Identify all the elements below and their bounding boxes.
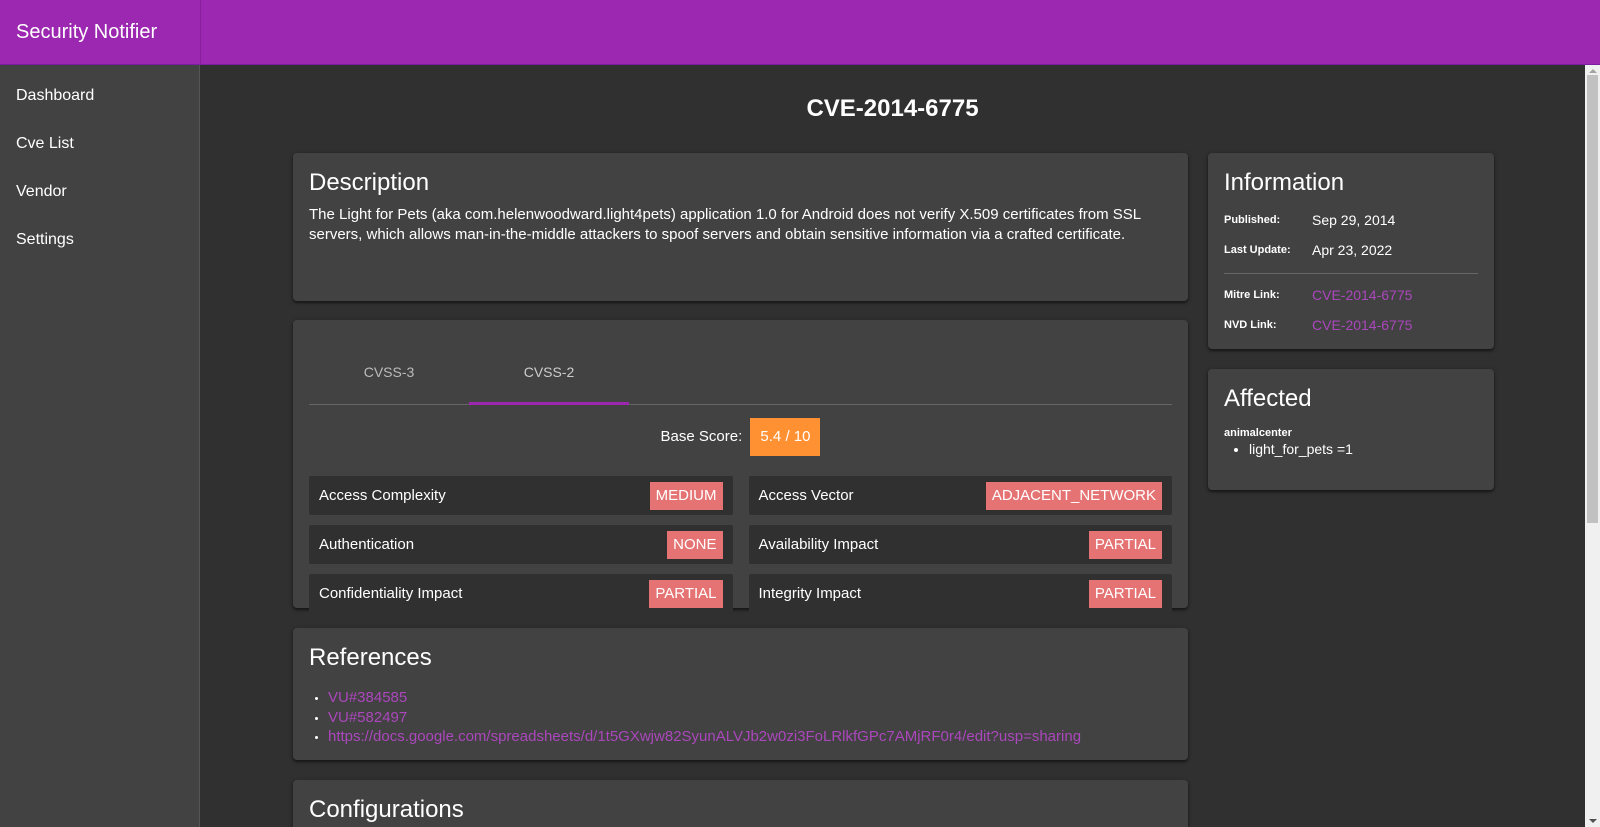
reference-item: VU#384585 <box>328 688 1172 708</box>
reference-link[interactable]: https://docs.google.com/spreadsheets/d/1… <box>328 728 1081 745</box>
app-title: Security Notifier <box>16 21 158 43</box>
mitre-label: Mitre Link: <box>1224 289 1280 301</box>
metric-value: ADJACENT_NETWORK <box>985 481 1162 510</box>
description-text: The Light for Pets (aka com.helenwoodwar… <box>309 206 1141 243</box>
nvd-label: NVD Link: <box>1224 319 1277 331</box>
base-score-row: Base Score: 5.4 / 10 <box>309 417 1172 457</box>
header-divider <box>200 0 201 65</box>
sidebar: Dashboard Cve List Vendor Settings <box>0 65 200 827</box>
affected-products: light_for_pets =1 <box>1224 439 1478 459</box>
cvss-metrics: Access Complexity MEDIUM Access Vector ADJ… <box>309 476 1172 613</box>
reference-item: VU#582497 <box>328 708 1172 728</box>
nvd-link[interactable]: CVE-2014-6775 <box>1312 317 1412 333</box>
updated-label: Last Update: <box>1224 244 1291 256</box>
metric-value: MEDIUM <box>649 481 723 510</box>
reference-link[interactable]: VU#384585 <box>328 689 407 706</box>
metric-label: Integrity Impact <box>758 585 862 602</box>
references-list: VU#384585 VU#582497 https://docs.google.… <box>309 688 1172 747</box>
metric-integrity-impact: Integrity Impact PARTIAL <box>748 574 1172 613</box>
sidebar-item-settings[interactable]: Settings <box>0 216 199 264</box>
references-card: References VU#384585 VU#582497 https://d… <box>293 628 1188 760</box>
reference-link[interactable]: VU#582497 <box>328 709 407 726</box>
information-heading: Information <box>1224 169 1345 196</box>
references-heading: References <box>309 644 432 671</box>
scrollbar-thumb[interactable] <box>1587 75 1598 523</box>
metric-access-complexity: Access Complexity MEDIUM <box>309 476 733 515</box>
cvss-tabs: CVSS-3 CVSS-2 <box>309 340 1172 405</box>
metric-label: Availability Impact <box>758 536 879 553</box>
page-title: CVE-2014-6775 <box>806 95 979 122</box>
metric-authentication: Authentication NONE <box>309 525 733 564</box>
metric-availability-impact: Availability Impact PARTIAL <box>748 525 1172 564</box>
app-header: Security Notifier <box>0 0 1600 65</box>
metric-label: Access Complexity <box>319 487 446 504</box>
sidebar-item-vendor[interactable]: Vendor <box>0 168 199 216</box>
metric-confidentiality-impact: Confidentiality Impact PARTIAL <box>309 574 733 613</box>
metric-label: Access Vector <box>758 487 854 504</box>
configurations-heading: Configurations <box>309 796 464 823</box>
affected-product: light_for_pets =1 <box>1249 439 1478 459</box>
published-date: Sep 29, 2014 <box>1312 212 1396 228</box>
tab-cvss-2[interactable]: CVSS-2 <box>469 340 629 405</box>
description-card: Description The Light for Pets (aka com.… <box>293 153 1188 301</box>
metric-value: PARTIAL <box>1088 579 1162 608</box>
published-row: Published: Sep 29, 2014 <box>1224 205 1478 235</box>
metric-access-vector: Access Vector ADJACENT_NETWORK <box>748 476 1172 515</box>
mitre-row: Mitre Link: CVE-2014-6775 <box>1224 280 1478 310</box>
tab-cvss-3[interactable]: CVSS-3 <box>309 340 469 405</box>
scroll-down-arrow-icon[interactable] <box>1589 819 1597 823</box>
metric-label: Authentication <box>319 536 415 553</box>
cvss-card: CVSS-3 CVSS-2 Base Score: 5.4 / 10 Acces… <box>293 320 1188 613</box>
affected-card: Affected animalcenter light_for_pets =1 <box>1208 369 1494 490</box>
updated-date: Apr 23, 2022 <box>1312 242 1393 258</box>
affected-heading: Affected <box>1224 385 1312 412</box>
mitre-link[interactable]: CVE-2014-6775 <box>1312 287 1412 303</box>
updated-row: Last Update: Apr 23, 2022 <box>1224 235 1478 265</box>
information-card: Information Published: Sep 29, 2014 Last … <box>1208 153 1494 349</box>
sidebar-item-dashboard[interactable]: Dashboard <box>0 72 199 120</box>
nvd-row: NVD Link: CVE-2014-6775 <box>1224 310 1478 340</box>
sidebar-item-cve-list[interactable]: Cve List <box>0 120 199 168</box>
base-score-badge: 5.4 / 10 <box>750 418 821 456</box>
vertical-scrollbar[interactable] <box>1585 65 1600 827</box>
affected-vendor: animalcenter <box>1224 427 1292 439</box>
published-label: Published: <box>1224 214 1281 226</box>
base-score-label: Base Score: <box>660 428 743 445</box>
metric-value: NONE <box>667 530 723 559</box>
metric-value: PARTIAL <box>649 579 723 608</box>
metric-label: Confidentiality Impact <box>319 585 463 602</box>
reference-item: https://docs.google.com/spreadsheets/d/1… <box>328 727 1172 747</box>
configurations-card: Configurations <box>293 780 1188 827</box>
metric-value: PARTIAL <box>1088 530 1162 559</box>
description-heading: Description <box>309 169 430 196</box>
divider <box>1224 273 1478 274</box>
main-content: CVE-2014-6775 Description The Light for … <box>200 65 1585 827</box>
scroll-up-arrow-icon[interactable] <box>1589 69 1597 73</box>
